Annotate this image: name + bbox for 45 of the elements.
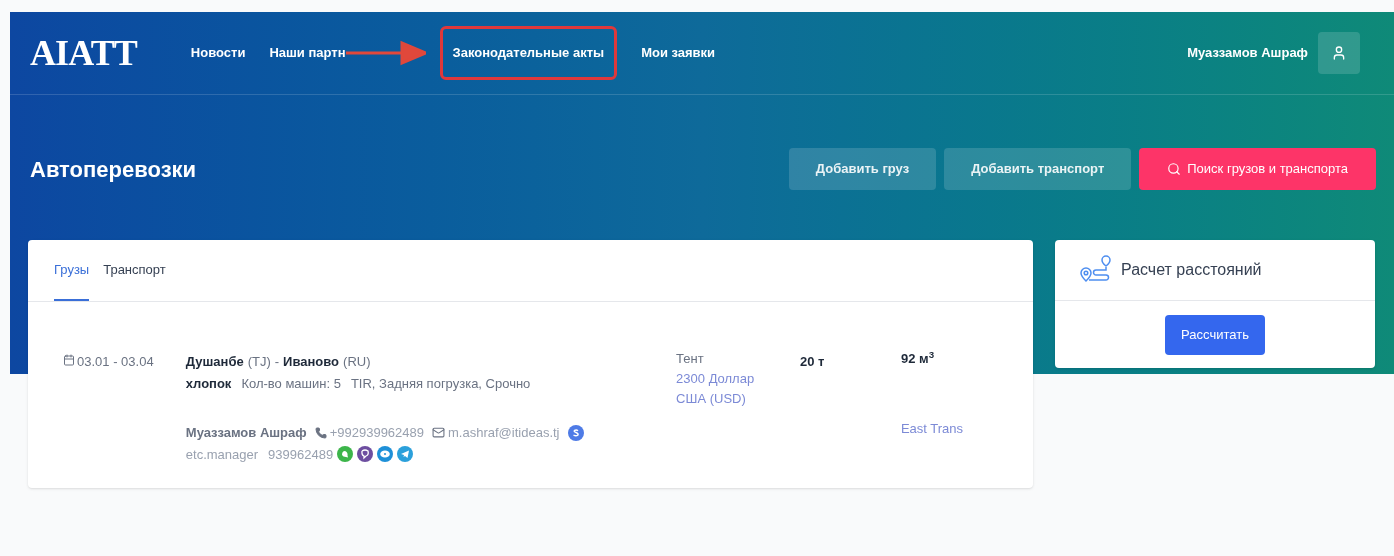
login: etc.manager xyxy=(185,445,259,464)
price: 2300 Доллар США (USD) xyxy=(676,370,756,408)
chat-icon[interactable] xyxy=(377,446,394,463)
email: m.ashraf@itideas.tj xyxy=(448,424,560,442)
tab[interactable]: Транспорт xyxy=(103,259,166,301)
calendar-icon xyxy=(63,354,75,366)
route-separator: - xyxy=(274,353,280,371)
mail-icon xyxy=(432,426,446,440)
body-type: Тент xyxy=(676,350,705,368)
phone-icon xyxy=(314,426,327,439)
cargo-name: хлопок xyxy=(185,374,232,393)
volume: 92 м$^{3}$ xyxy=(900,349,935,368)
country-code: (RU) xyxy=(343,353,371,371)
to-city: Иваново xyxy=(283,353,340,371)
skype-icon[interactable] xyxy=(567,424,584,441)
from-city: Душанбе xyxy=(185,353,244,371)
arrow-icon xyxy=(345,40,426,66)
country-code: (TJ) xyxy=(247,353,271,371)
nav-link[interactable]: Новости xyxy=(190,43,246,63)
contact-name: Муаззамов Ашраф xyxy=(185,424,307,442)
user-icon xyxy=(1331,45,1347,61)
nav-link[interactable]: Мои заявки xyxy=(641,43,716,63)
telegram-icon[interactable] xyxy=(397,446,414,463)
user-name[interactable]: Муаззамов Ашраф xyxy=(1187,43,1308,63)
search-icon xyxy=(1167,162,1182,176)
page-title: Автоперевозки xyxy=(30,155,197,184)
whatsapp-icon[interactable] xyxy=(337,446,354,463)
viber-icon[interactable] xyxy=(357,446,374,463)
card-title: Расчет расстояний xyxy=(1121,260,1262,280)
nav-link[interactable]: Наши партн xyxy=(269,43,346,63)
logo[interactable]: AIATT xyxy=(30,26,137,80)
search-button[interactable]: Поиск грузов и транспорта xyxy=(1139,148,1376,190)
truck-count: Кол-во машин: 5 xyxy=(241,374,341,393)
messenger-phone: 939962489 xyxy=(268,445,334,464)
nav-link[interactable]: Законодательные акты xyxy=(439,26,618,80)
user-button[interactable] xyxy=(1318,32,1360,74)
cargo-options: TIR, Задняя погрузка, Срочно xyxy=(350,373,531,393)
tab[interactable]: Грузы xyxy=(54,259,90,301)
add-button[interactable]: Добавить транспорт xyxy=(944,148,1132,190)
dates: 03.01 - 03.04 xyxy=(77,353,154,371)
company-link[interactable]: East Trans xyxy=(900,418,964,438)
calculate-button[interactable]: Рассчитать xyxy=(1165,315,1265,355)
weight: 20 т xyxy=(799,353,826,371)
phone-number: +992939962489 xyxy=(329,424,425,442)
add-button[interactable]: Добавить груз xyxy=(788,148,937,190)
